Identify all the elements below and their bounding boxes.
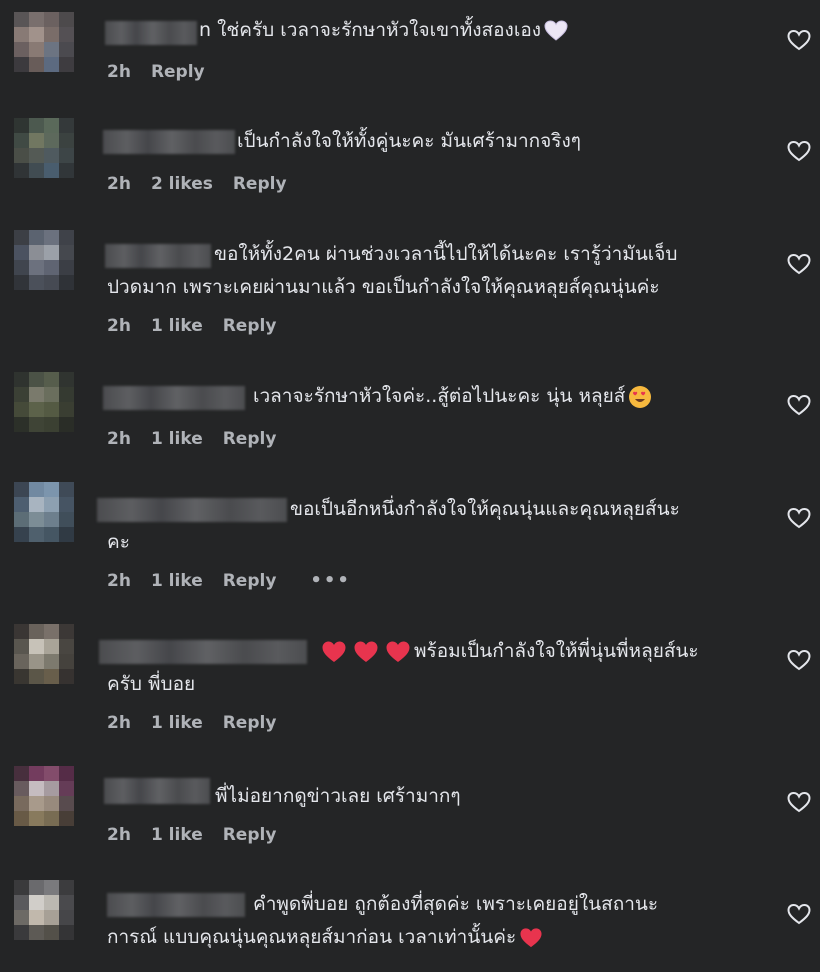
avatar[interactable] (14, 12, 74, 72)
comment-time: 2h (107, 825, 131, 845)
heart-outline-icon (786, 393, 812, 417)
avatar[interactable] (14, 624, 74, 684)
comment-time: 2h (107, 174, 131, 194)
comment-meta: 2h Reply (107, 62, 205, 82)
comment-text: ขอเป็นอีกหนึ่งกำลังใจให้คุณนุ่นและคุณหลุ… (290, 498, 680, 520)
heart-outline-icon (786, 902, 812, 926)
reply-button[interactable]: Reply (223, 571, 277, 591)
more-options-button[interactable]: ••• (310, 570, 351, 591)
heart-outline-icon (786, 648, 812, 672)
comment-meta: 2h 2 likes Reply (107, 174, 287, 194)
commenter-name[interactable] (105, 21, 197, 45)
comment-text: เวลาจะรักษาหัวใจค่ะ..สู้ต่อไปนะคะ นุ่น ห… (253, 380, 655, 413)
avatar[interactable] (14, 230, 74, 290)
comment-text-line: ครับ พี่บอย (107, 673, 196, 695)
red-heart-emoji (519, 927, 543, 949)
comment-text: พี่ไม่อยากดูข่าวเลย เศร้ามากๆ (215, 785, 461, 807)
heart-outline-icon (786, 139, 812, 163)
avatar[interactable] (14, 118, 74, 178)
like-button[interactable] (786, 28, 812, 52)
commenter-name[interactable] (99, 640, 307, 664)
reply-button[interactable]: Reply (223, 316, 277, 336)
reply-button[interactable]: Reply (151, 62, 205, 82)
like-button[interactable] (786, 648, 812, 672)
heart-outline-icon (786, 506, 812, 530)
avatar[interactable] (14, 372, 74, 432)
comment-time: 2h (107, 62, 131, 82)
comment-text-line: ปวดมาก เพราะเคยผ่านมาแล้ว ขอเป็นกำลังใจใ… (107, 276, 660, 298)
reply-button[interactable]: Reply (223, 825, 277, 845)
like-button[interactable] (786, 393, 812, 417)
heart-outline-icon (786, 790, 812, 814)
comment-meta: 2h 1 like Reply (107, 825, 276, 845)
comment-meta: 2h 1 like Reply (107, 429, 276, 449)
red-heart-emoji (321, 640, 347, 664)
red-heart-emoji (385, 640, 411, 664)
commenter-name[interactable] (97, 498, 287, 522)
avatar[interactable] (14, 880, 74, 940)
like-count[interactable]: 1 like (151, 825, 203, 845)
comment-text-line: การณ์ แบบคุณนุ่นคุณหลุยส์มาก่อน เวลาเท่า… (107, 921, 546, 954)
comment-text: ขอให้ทั้ง2คน ผ่านช่วงเวลานี้ไปให้ได้นะคะ… (214, 243, 678, 265)
commenter-name[interactable] (107, 893, 245, 917)
white-heart-emoji (544, 19, 568, 42)
red-heart-emoji (353, 640, 379, 664)
like-button[interactable] (786, 790, 812, 814)
heart-outline-icon (786, 252, 812, 276)
comment-time: 2h (107, 713, 131, 733)
like-count[interactable]: 2 likes (151, 174, 213, 194)
like-count[interactable]: 1 like (151, 713, 203, 733)
comment-text: พร้อมเป็นกำลังใจให้พี่นุ่นพี่หลุยส์นะ (318, 635, 699, 668)
avatar[interactable] (14, 482, 74, 542)
like-count[interactable]: 1 like (151, 429, 203, 449)
comment-text: เป็นกำลังใจให้ทั้งคู่นะคะ มันเศร้ามากจริ… (237, 130, 581, 152)
like-button[interactable] (786, 139, 812, 163)
comment-time: 2h (107, 316, 131, 336)
reply-button[interactable]: Reply (223, 429, 277, 449)
commenter-name[interactable] (105, 244, 211, 268)
heart-eyes-emoji (628, 385, 652, 409)
commenter-name[interactable] (104, 778, 210, 804)
reply-button[interactable]: Reply (223, 713, 277, 733)
comment-text: คำพูดพี่บอย ถูกต้องที่สุดค่ะ เพราะเคยอยู… (253, 893, 659, 915)
comment-time: 2h (107, 429, 131, 449)
heart-outline-icon (786, 28, 812, 52)
like-button[interactable] (786, 506, 812, 530)
comment-meta: 2h 1 like Reply (107, 713, 276, 733)
avatar[interactable] (14, 766, 74, 826)
like-count[interactable]: 1 like (151, 316, 203, 336)
reply-button[interactable]: Reply (233, 174, 287, 194)
comment-text-line: คะ (107, 531, 130, 553)
like-button[interactable] (786, 902, 812, 926)
like-button[interactable] (786, 252, 812, 276)
comment-time: 2h (107, 570, 131, 591)
commenter-name[interactable] (103, 130, 235, 154)
comment-meta: 2h 1 like Reply ••• (107, 570, 351, 591)
comment-text: n ใช่ครับ เวลาจะรักษาหัวใจเขาทั้งสองเอง (199, 14, 571, 47)
comment-meta: 2h 1 like Reply (107, 316, 276, 336)
like-count[interactable]: 1 like (151, 571, 203, 591)
commenter-name[interactable] (103, 386, 245, 410)
